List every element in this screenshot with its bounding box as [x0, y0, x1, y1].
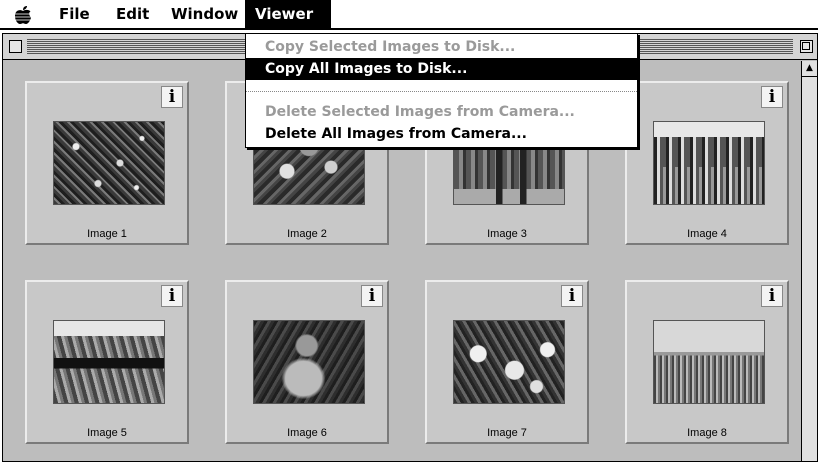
image-card[interactable]: i Image 1 — [25, 81, 189, 245]
image-card[interactable]: i Image 5 — [25, 280, 189, 444]
image-thumbnail[interactable] — [53, 121, 165, 205]
info-button[interactable]: i — [761, 86, 783, 108]
image-card[interactable]: i Image 4 — [625, 81, 789, 245]
apple-icon[interactable] — [14, 5, 32, 25]
info-button[interactable]: i — [561, 285, 583, 307]
menu-item-delete-all[interactable]: Delete All Images from Camera... — [246, 123, 637, 145]
menu-bar: File Edit Window Viewer — [0, 0, 818, 30]
vertical-scrollbar[interactable]: ▲ — [801, 61, 817, 461]
image-caption: Image 7 — [487, 427, 527, 439]
menu-edit[interactable]: Edit — [106, 0, 159, 28]
scroll-up-arrow-icon[interactable]: ▲ — [802, 61, 817, 77]
image-thumbnail[interactable] — [653, 121, 765, 205]
zoom-box[interactable] — [800, 40, 813, 53]
info-button[interactable]: i — [161, 285, 183, 307]
info-button[interactable]: i — [761, 285, 783, 307]
menu-viewer[interactable]: Viewer — [245, 0, 331, 28]
menu-item-delete-selected[interactable]: Delete Selected Images from Camera... — [246, 101, 637, 123]
info-button[interactable]: i — [361, 285, 383, 307]
close-box[interactable] — [9, 40, 22, 53]
image-caption: Image 3 — [487, 228, 527, 240]
info-button[interactable]: i — [161, 86, 183, 108]
viewer-menu-dropdown: Copy Selected Images to Disk... Copy All… — [245, 33, 638, 148]
image-card[interactable]: i Image 8 — [625, 280, 789, 444]
image-thumbnail[interactable] — [653, 320, 765, 404]
image-thumbnail[interactable] — [253, 320, 365, 404]
image-caption: Image 4 — [687, 228, 727, 240]
image-caption: Image 5 — [87, 427, 127, 439]
image-caption: Image 8 — [687, 427, 727, 439]
menu-file[interactable]: File — [49, 0, 100, 28]
image-card[interactable]: i Image 6 — [225, 280, 389, 444]
image-card[interactable]: i Image 7 — [425, 280, 589, 444]
menu-window[interactable]: Window — [161, 0, 248, 28]
menu-item-copy-all[interactable]: Copy All Images to Disk... — [246, 58, 637, 80]
menu-item-copy-selected[interactable]: Copy Selected Images to Disk... — [246, 36, 637, 58]
menu-separator — [246, 91, 637, 92]
image-thumbnail[interactable] — [53, 320, 165, 404]
image-caption: Image 2 — [287, 228, 327, 240]
image-caption: Image 1 — [87, 228, 127, 240]
image-caption: Image 6 — [287, 427, 327, 439]
image-thumbnail[interactable] — [453, 320, 565, 404]
